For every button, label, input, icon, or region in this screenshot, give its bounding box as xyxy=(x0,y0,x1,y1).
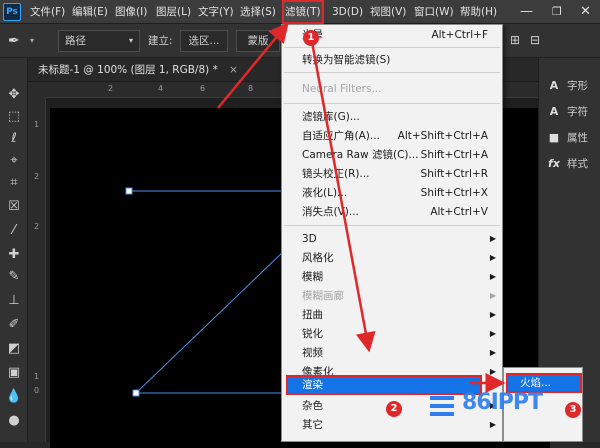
step-badge-2: 2 xyxy=(386,401,402,417)
step-badge-3: 3 xyxy=(565,402,581,418)
step-badge-1: 1 xyxy=(303,30,319,46)
tutorial-arrows xyxy=(217,22,506,393)
watermark-logo-icon xyxy=(430,396,454,416)
arrow-to-filter-menu xyxy=(217,22,289,109)
watermark-text: 86IPPT xyxy=(462,390,543,415)
arrow-to-render xyxy=(310,41,376,353)
